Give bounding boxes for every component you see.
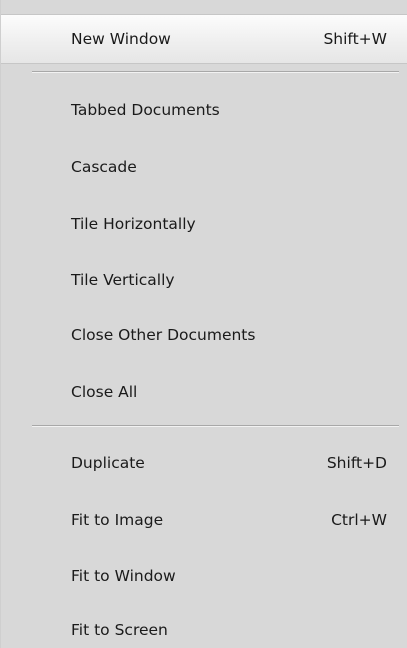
menu-item-fit-to-image[interactable]: Fit to Image Ctrl+W: [1, 502, 407, 538]
menu-item-label: Tile Horizontally: [71, 215, 196, 233]
window-context-menu: New Window Shift+W Tabbed Documents Casc…: [0, 0, 407, 648]
menu-item-close-other-documents[interactable]: Close Other Documents: [1, 317, 407, 353]
menu-item-tabbed-documents[interactable]: Tabbed Documents: [1, 92, 407, 128]
menu-item-label: Fit to Screen: [71, 621, 168, 639]
menu-item-shortcut: Shift+D: [326, 454, 387, 472]
menu-item-shortcut: Ctrl+W: [331, 511, 387, 529]
menu-item-label: Close All: [71, 383, 138, 401]
menu-item-fit-to-window[interactable]: Fit to Window: [1, 558, 407, 594]
menu-item-label: Tabbed Documents: [71, 101, 220, 119]
menu-item-duplicate[interactable]: Duplicate Shift+D: [1, 445, 407, 481]
menu-item-new-window[interactable]: New Window Shift+W: [1, 14, 407, 64]
menu-item-label: Tile Vertically: [71, 271, 175, 289]
menu-item-label: Cascade: [71, 158, 137, 176]
menu-item-tile-vertically[interactable]: Tile Vertically: [1, 262, 407, 298]
menu-separator: [32, 425, 399, 427]
menu-item-label: New Window: [71, 30, 171, 48]
menu-item-close-all[interactable]: Close All: [1, 374, 407, 410]
menu-item-label: Fit to Image: [71, 511, 164, 529]
menu-item-fit-to-screen[interactable]: Fit to Screen: [1, 612, 407, 648]
menu-item-cascade[interactable]: Cascade: [1, 149, 407, 185]
menu-separator: [32, 71, 399, 73]
menu-item-shortcut: Shift+W: [323, 30, 387, 48]
menu-item-label: Duplicate: [71, 454, 145, 472]
menu-item-label: Fit to Window: [71, 567, 176, 585]
menu-item-tile-horizontally[interactable]: Tile Horizontally: [1, 206, 407, 242]
menu-item-label: Close Other Documents: [71, 326, 256, 344]
